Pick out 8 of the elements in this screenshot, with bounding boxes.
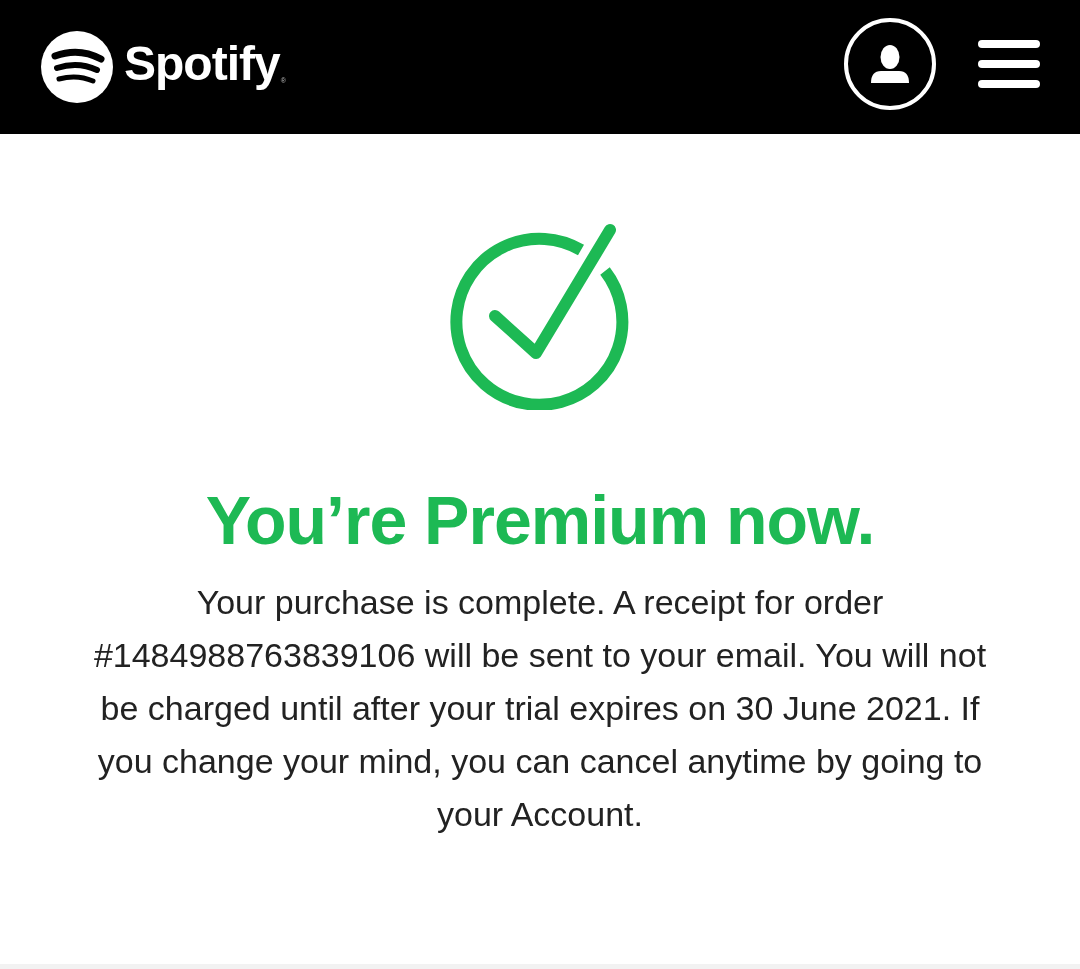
account-button[interactable] <box>844 18 936 110</box>
confirmation-message: Your purchase is complete. A receipt for order #1484988763839106 will be sent to your email. You will not be charged until after your trial expires on 30 June 2021. If you change your mind, you can cancel anytime by going to your Account. <box>92 582 988 835</box>
menu-icon <box>978 40 1040 88</box>
logo-icon <box>41 30 113 104</box>
user-icon <box>871 45 909 83</box>
brand-name[interactable]: Spotify <box>124 40 280 88</box>
menu-button[interactable] <box>978 39 1040 89</box>
confirmation-heading: You’re Premium now. <box>205 486 875 554</box>
